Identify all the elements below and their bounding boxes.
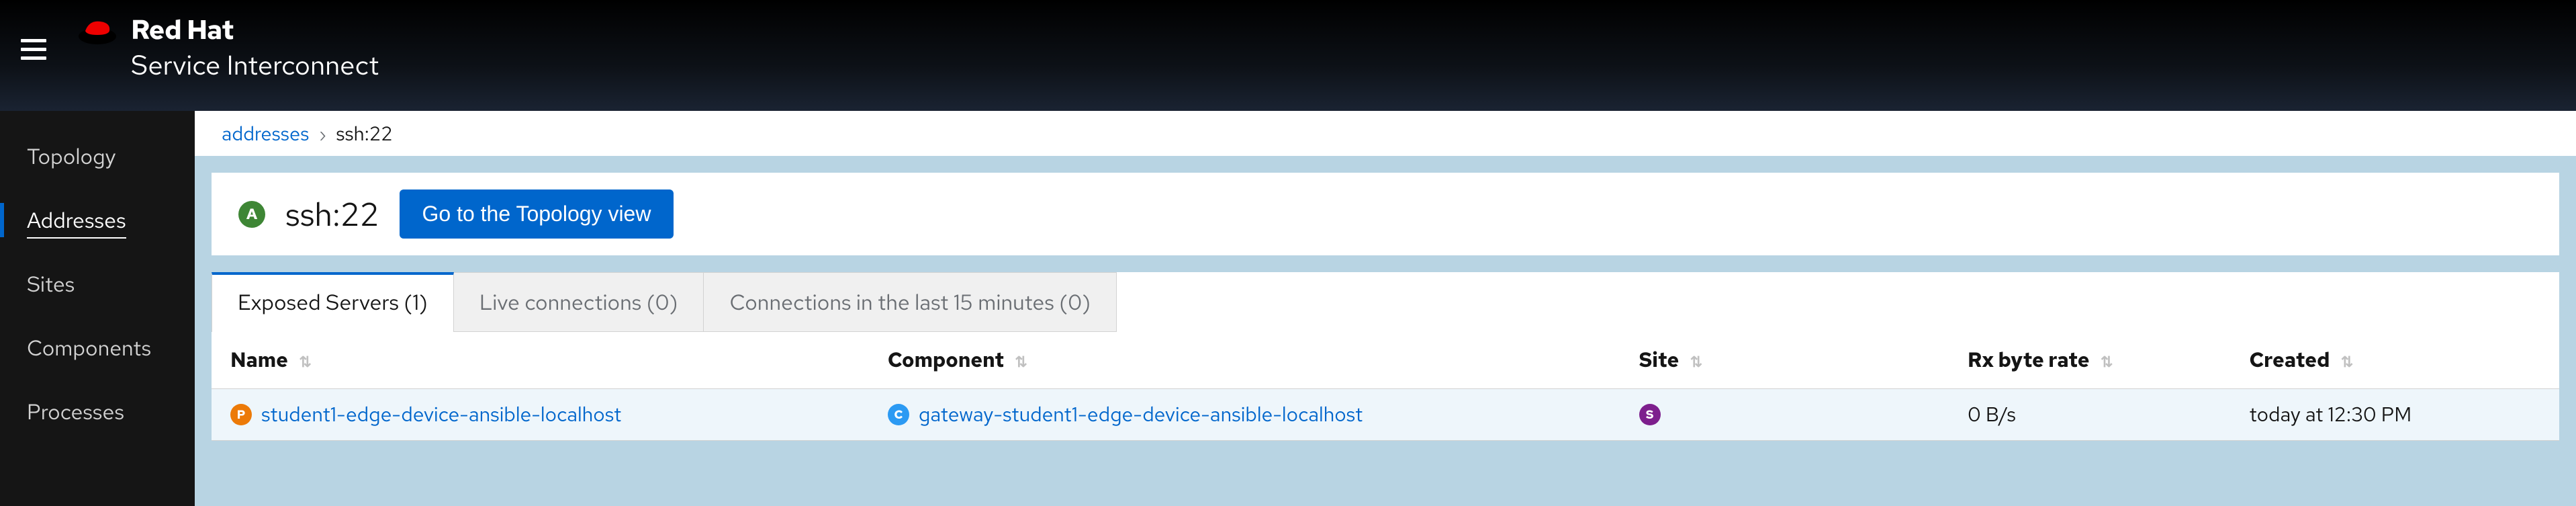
sidebar-item-label: Topology: [27, 142, 116, 171]
sidebar-item-topology[interactable]: Topology: [0, 124, 195, 188]
cell-created: today at 12:30 PM: [2231, 389, 2559, 441]
sidebar-item-sites[interactable]: Sites: [0, 252, 195, 316]
tab-live-connections[interactable]: Live connections (0): [454, 272, 704, 332]
sidebar-item-processes[interactable]: Processes: [0, 380, 195, 444]
redhat-logo-icon: [77, 16, 118, 46]
table-header-row: Name ⇅ Component ⇅ Site ⇅ Rx byte rate ⇅: [212, 332, 2559, 389]
cell-name: P student1-edge-device-ansible-localhost: [212, 389, 869, 441]
sort-icon: ⇅: [2101, 352, 2113, 372]
cell-component: C gateway-student1-edge-device-ansible-l…: [869, 389, 1620, 441]
col-header-site[interactable]: Site ⇅: [1620, 332, 1949, 389]
sidebar-item-components[interactable]: Components: [0, 316, 195, 380]
sort-icon: ⇅: [299, 352, 311, 372]
sort-icon: ⇅: [2341, 352, 2353, 372]
col-header-rx[interactable]: Rx byte rate ⇅: [1949, 332, 2231, 389]
col-header-name[interactable]: Name ⇅: [212, 332, 869, 389]
exposed-servers-table: Name ⇅ Component ⇅ Site ⇅ Rx byte rate ⇅: [212, 332, 2559, 441]
col-header-created[interactable]: Created ⇅: [2231, 332, 2559, 389]
breadcrumb-separator: ›: [319, 123, 326, 146]
cell-rx-rate: 0 B/s: [1949, 389, 2231, 441]
col-header-label: Component: [888, 347, 1004, 374]
cell-site: S: [1620, 389, 1949, 441]
app-header: Red Hat Service Interconnect: [0, 0, 2576, 111]
col-header-label: Rx byte rate: [1968, 347, 2089, 374]
breadcrumb: addresses › ssh:22: [195, 111, 2576, 156]
component-name-link[interactable]: gateway-student1-edge-device-ansible-loc…: [919, 401, 1363, 428]
col-header-component[interactable]: Component ⇅: [869, 332, 1620, 389]
sidebar-item-label: Processes: [27, 397, 124, 426]
main-content: addresses › ssh:22 A ssh:22 Go to the To…: [195, 111, 2576, 506]
table-row: P student1-edge-device-ansible-localhost…: [212, 389, 2559, 441]
breadcrumb-parent-link[interactable]: addresses: [222, 120, 309, 146]
col-header-label: Name: [230, 347, 288, 374]
tab-list: Exposed Servers (1) Live connections (0)…: [212, 272, 2559, 332]
menu-toggle-button[interactable]: [17, 32, 50, 66]
page-title: ssh:22: [285, 193, 379, 236]
col-header-label: Created: [2250, 347, 2330, 374]
server-name-link[interactable]: student1-edge-device-ansible-localhost: [261, 401, 621, 428]
brand-subtitle: Service Interconnect: [131, 48, 379, 83]
brand-title: Red Hat: [131, 12, 379, 48]
site-badge-icon: S: [1639, 404, 1661, 425]
sidebar-nav: Topology Addresses Sites Components Proc…: [0, 111, 195, 506]
sort-icon: ⇅: [1015, 352, 1027, 372]
sidebar-item-label: Addresses: [27, 206, 126, 239]
tab-exposed-servers[interactable]: Exposed Servers (1): [212, 272, 454, 332]
tab-recent-connections[interactable]: Connections in the last 15 minutes (0): [704, 272, 1117, 332]
servers-panel: Exposed Servers (1) Live connections (0)…: [212, 272, 2559, 441]
sidebar-item-addresses[interactable]: Addresses: [0, 188, 195, 252]
col-header-label: Site: [1639, 347, 1680, 374]
go-to-topology-button[interactable]: Go to the Topology view: [400, 189, 674, 239]
page-title-card: A ssh:22 Go to the Topology view: [212, 173, 2559, 255]
component-badge-icon: C: [888, 404, 909, 425]
sort-icon: ⇅: [1690, 352, 1702, 372]
brand: Red Hat Service Interconnect: [77, 12, 379, 83]
address-badge-icon: A: [238, 201, 265, 228]
sidebar-item-label: Sites: [27, 269, 75, 298]
process-badge-icon: P: [230, 404, 252, 425]
sidebar-item-label: Components: [27, 333, 151, 362]
breadcrumb-current: ssh:22: [336, 120, 392, 146]
